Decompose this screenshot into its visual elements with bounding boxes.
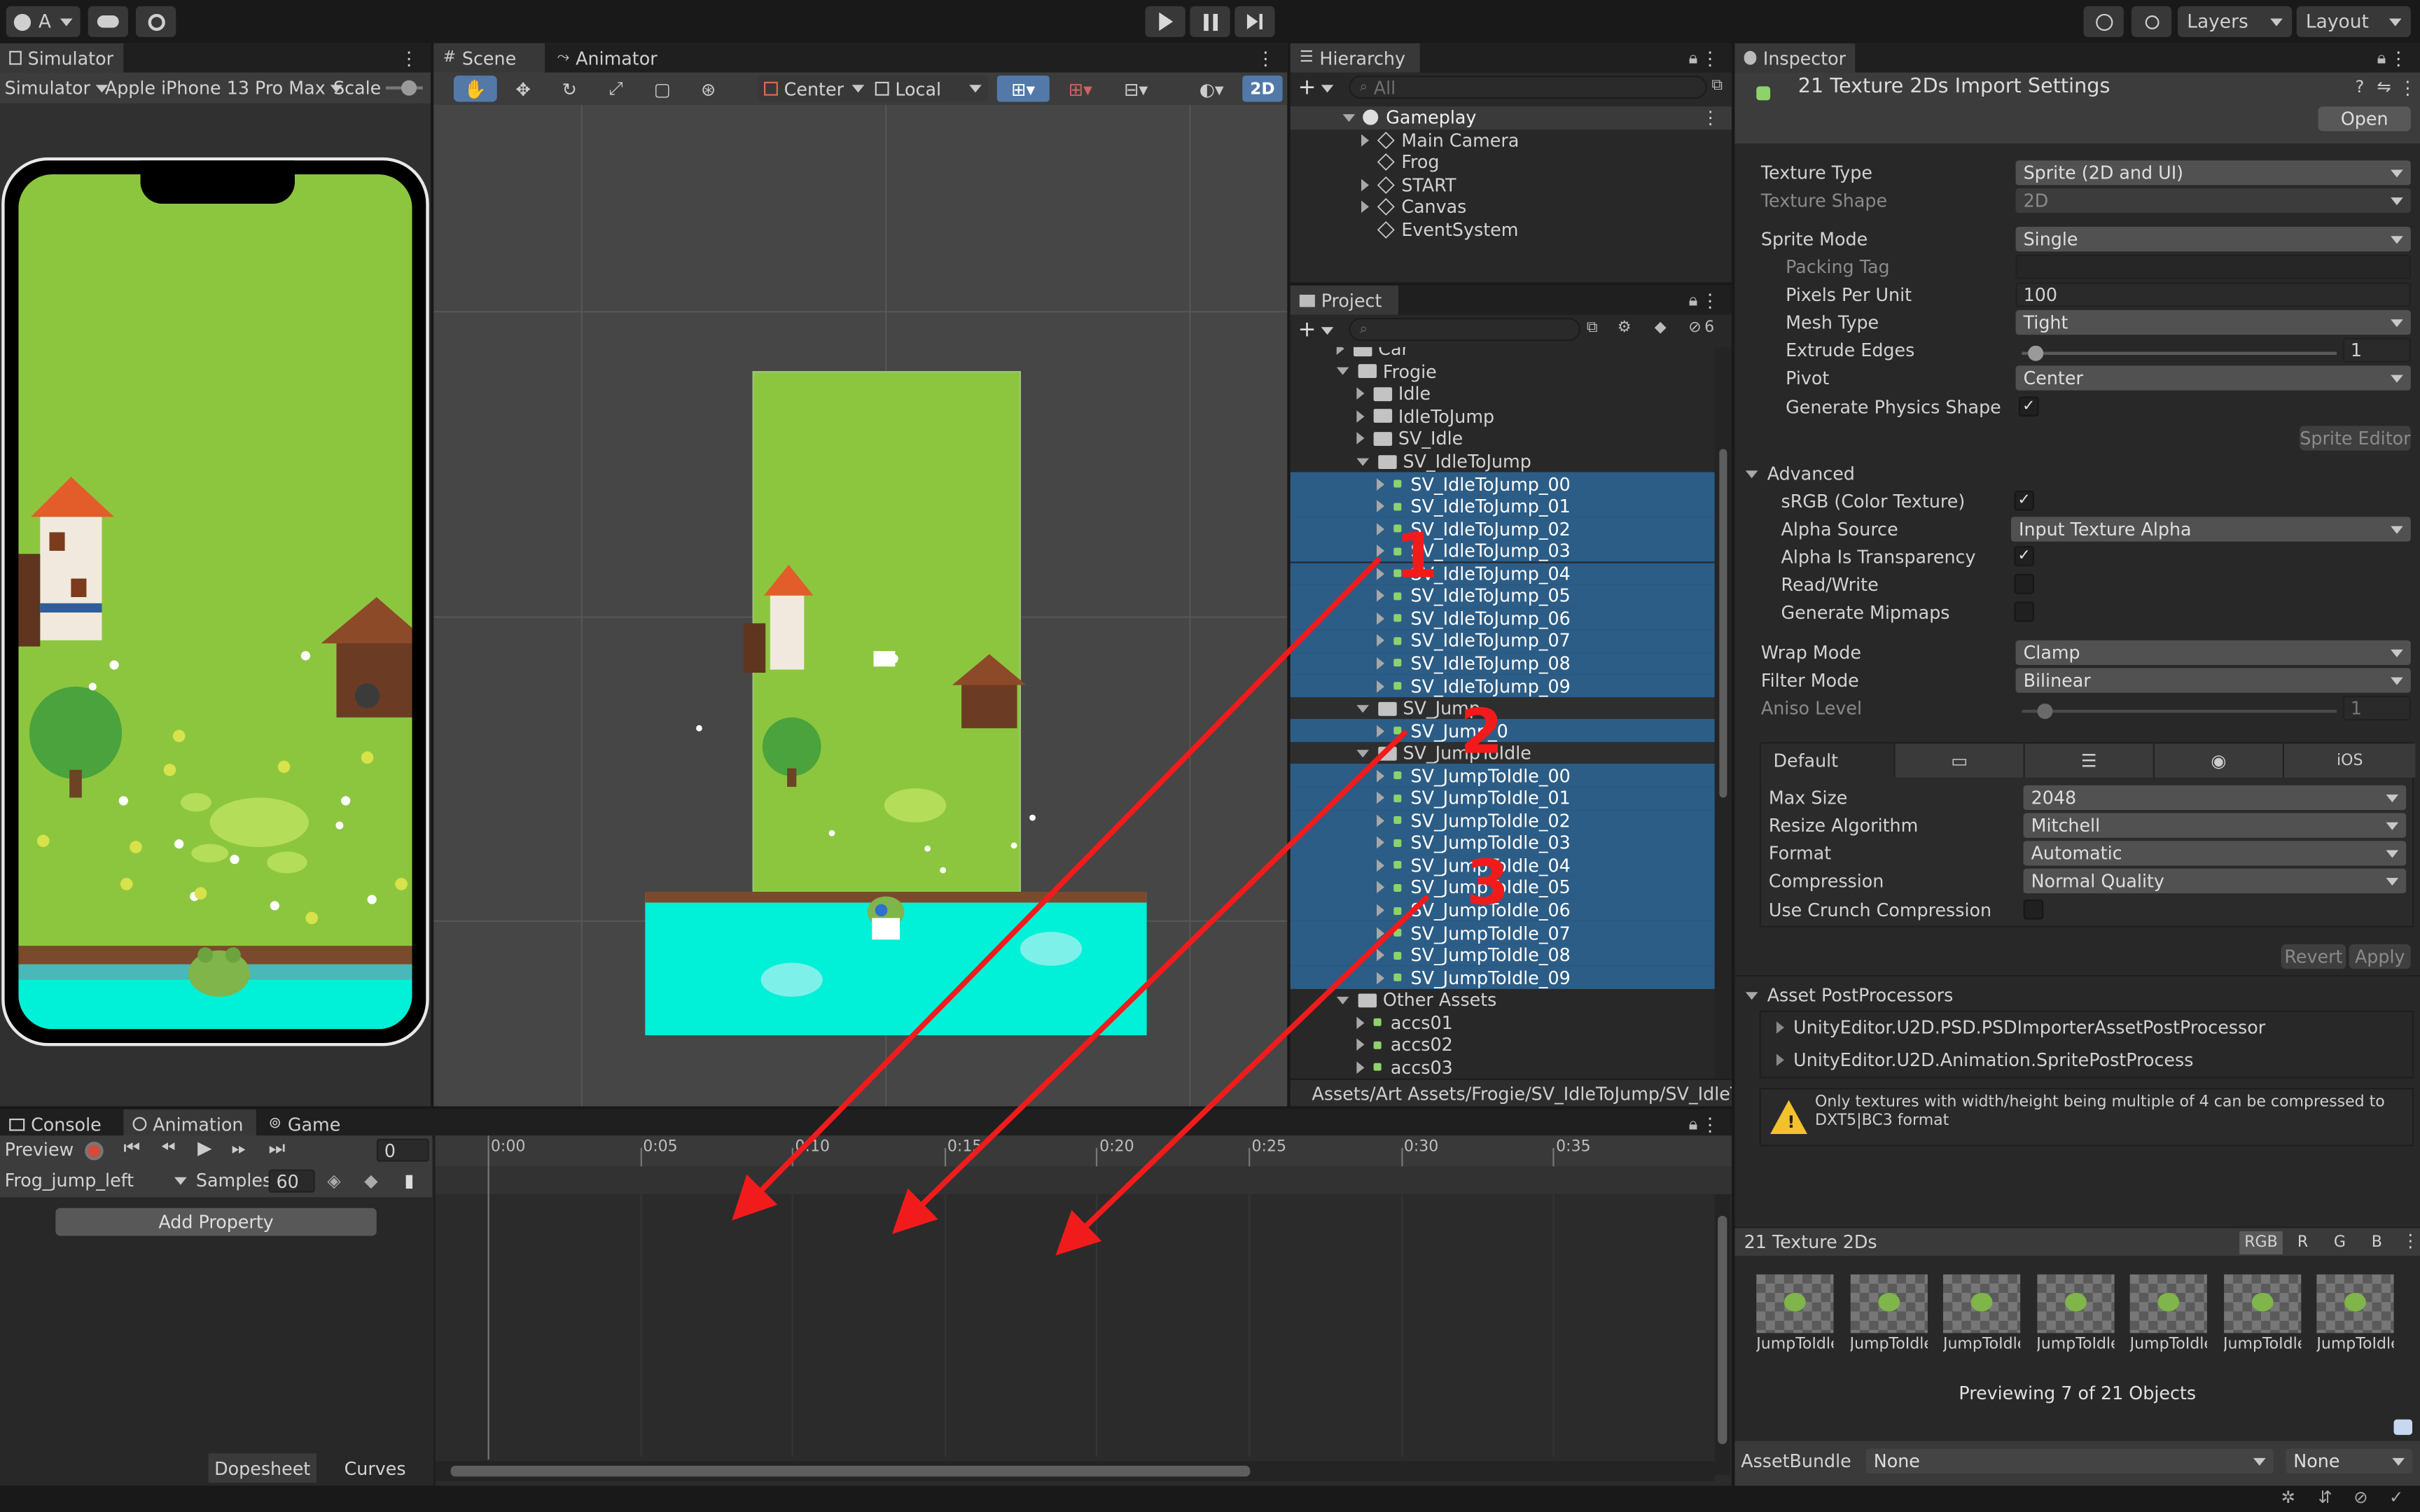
annotation-arrow-3 [1055,895,1429,1256]
annotation-arrow-1 [732,557,1382,1221]
annotation-label-2: 2 [1460,696,1503,768]
annotation-overlay: 1 2 3 [732,519,1509,1256]
annotation-label-1: 1 [1396,519,1438,592]
annotation-label-3: 3 [1466,847,1509,919]
annotation-arrow-2 [891,730,1407,1234]
